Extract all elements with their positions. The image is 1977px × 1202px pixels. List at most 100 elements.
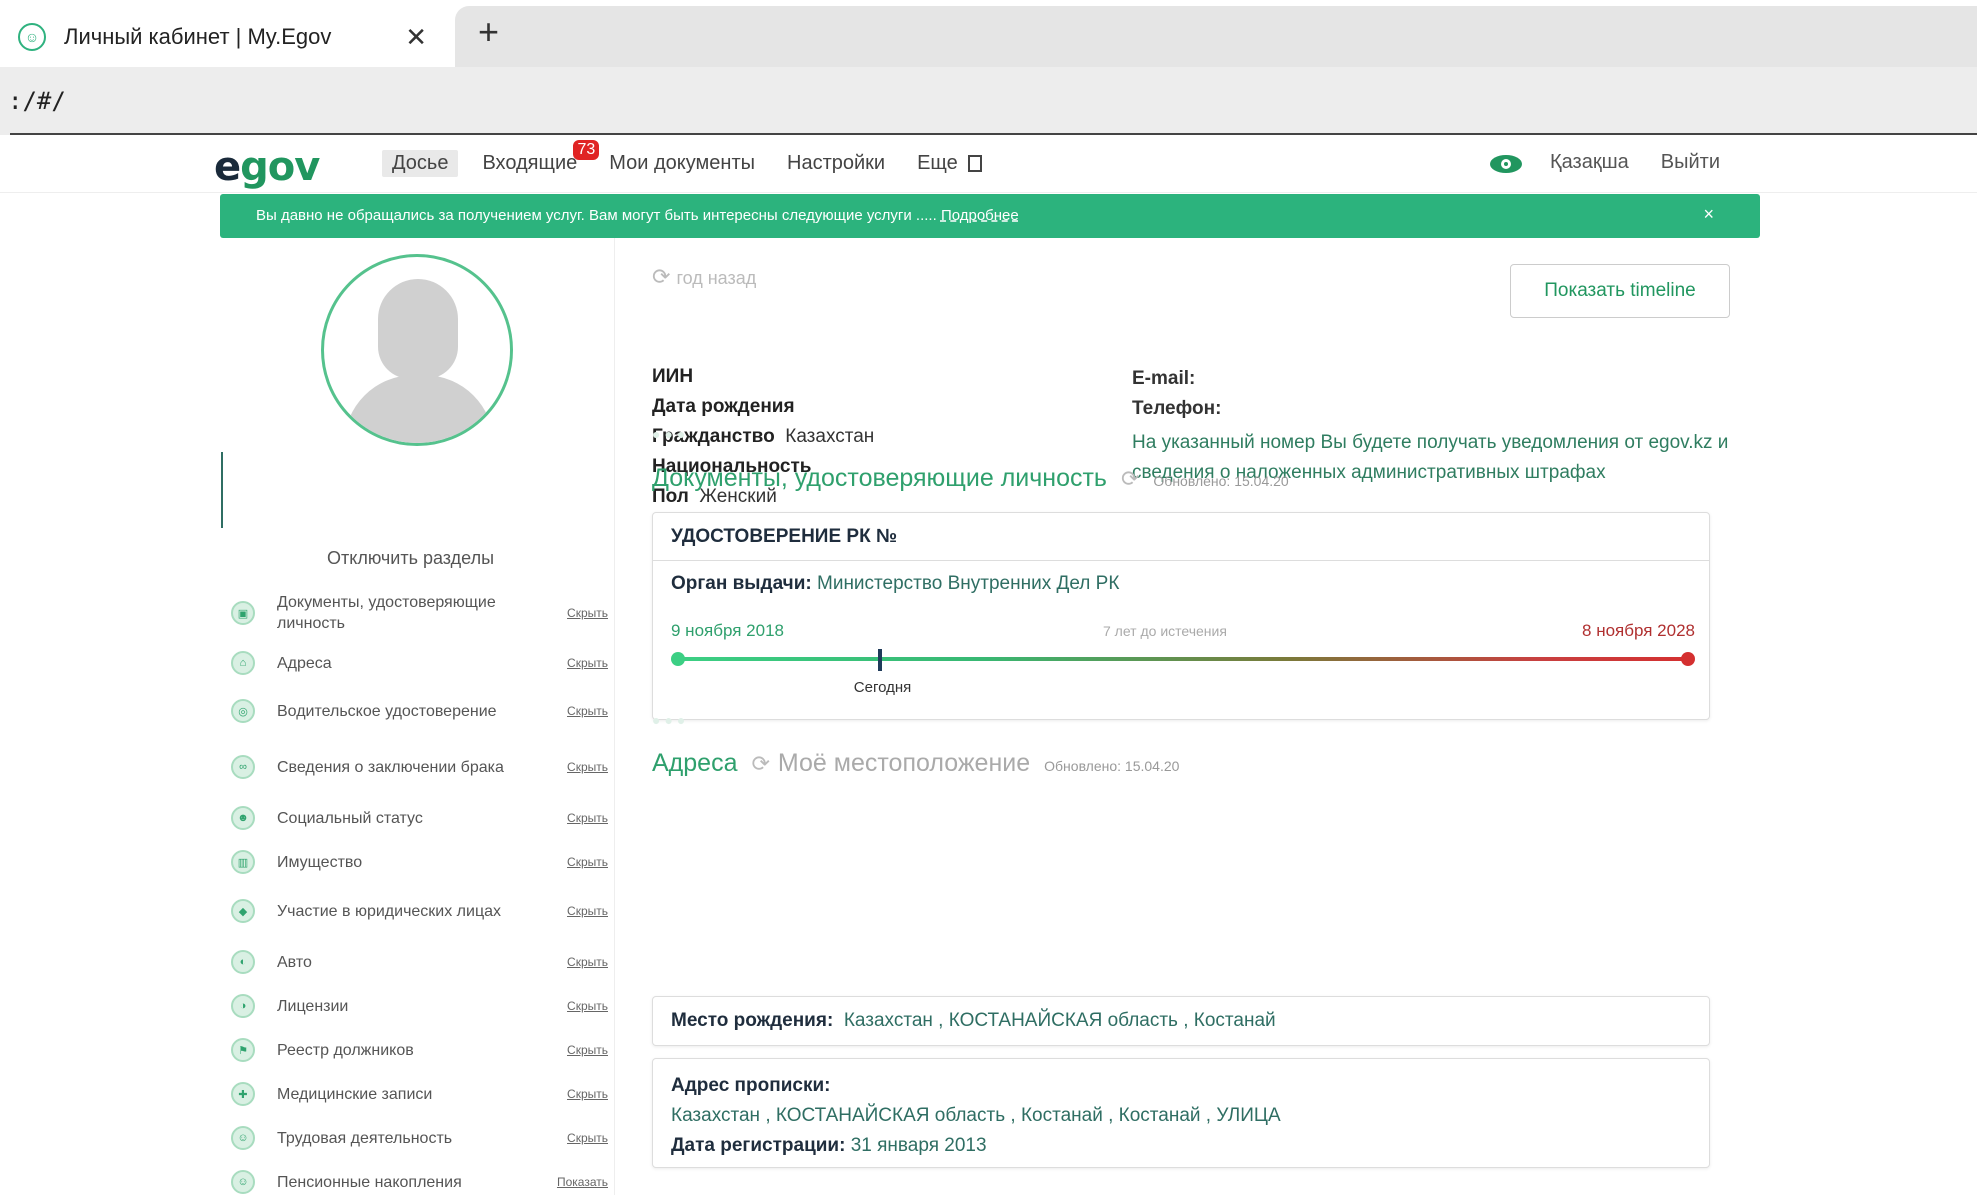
nav-more[interactable]: Еще <box>917 152 982 175</box>
id-card-title: УДОСТОВЕРЕНИЕ РК № <box>653 513 1709 561</box>
registration-card: Адрес прописки: Казахстан , КОСТАНАЙСКАЯ… <box>652 1058 1710 1168</box>
refresh-icon[interactable]: ⟳ <box>751 751 769 776</box>
tab-title: Личный кабинет | My.Egov <box>64 23 332 49</box>
id-docs-title-text: Документы, удостоверяющие личность <box>652 464 1107 492</box>
briefcase-icon: ◆ <box>231 899 255 923</box>
banner-close-icon[interactable]: × <box>1703 204 1714 225</box>
section-item: ▥ Имущество Скрыть <box>231 842 611 882</box>
nav-inbox[interactable]: Входящие 73 <box>482 140 600 175</box>
issuer-row: Орган выдачи: Министерство Внутренних Де… <box>653 573 1709 595</box>
addresses-section-title: Адреса ⟳ Моё местоположение Обновлено: 15.0… <box>652 749 1179 778</box>
section-label: Медицинские записи <box>277 1085 433 1103</box>
nav-dossier[interactable]: Досье <box>382 150 459 177</box>
hide-link[interactable]: Скрыть <box>567 1087 608 1101</box>
registration-label: Адрес прописки: <box>671 1075 831 1096</box>
hide-link[interactable]: Скрыть <box>567 904 608 918</box>
home-icon: ⌂ <box>231 651 255 675</box>
show-timeline-button[interactable]: Показать timeline <box>1510 264 1730 318</box>
hide-link[interactable]: Скрыть <box>567 760 608 774</box>
section-label: Водительское удостоверение <box>277 702 497 720</box>
section-item: ⌂ Адреса Скрыть <box>231 642 611 684</box>
reg-date-label: Дата регистрации: <box>671 1135 846 1156</box>
issue-date: 9 ноября 2018 <box>671 621 784 640</box>
section-item: ∞ Сведения о заключении брака Скрыть <box>231 744 611 790</box>
expiry-date: 8 ноября 2028 <box>1582 621 1695 640</box>
egov-logo[interactable]: egov <box>214 144 320 190</box>
address-divider <box>10 133 1977 135</box>
hide-link[interactable]: Скрыть <box>567 811 608 825</box>
services-banner: Вы давно не обращались за получением усл… <box>220 194 1760 238</box>
registration-row: Адрес прописки: Казахстан , КОСТАНАЙСКАЯ… <box>653 1059 1709 1161</box>
pension-icon: ☺ <box>231 1170 255 1194</box>
sections-list: ▣ Документы, удостоверяющие личность Скрыт… <box>231 590 611 1202</box>
remaining-time: 7 лет до истечения <box>1103 623 1227 639</box>
iin-label: ИИН <box>652 366 694 387</box>
banner-text: Вы давно не обращались за получением усл… <box>256 207 1019 224</box>
user-icon: ☺ <box>18 22 46 51</box>
email-label: E-mail: <box>1132 368 1196 389</box>
addresses-title-text: Адреса <box>652 749 738 777</box>
eye-icon[interactable] <box>1490 152 1522 174</box>
refresh-icon[interactable]: ⟳ <box>1121 466 1139 491</box>
medical-icon: ✚ <box>231 1082 255 1106</box>
id-card: УДОСТОВЕРЕНИЕ РК № Орган выдачи: Министе… <box>652 512 1710 720</box>
my-location-link[interactable]: Моё местоположение <box>778 749 1030 777</box>
browser-tab[interactable]: ☺ Личный кабинет | My.Egov ✕ <box>0 6 455 67</box>
section-label: Имущество <box>277 853 363 871</box>
hide-link[interactable]: Скрыть <box>567 606 608 620</box>
language-switch[interactable]: Қазақша <box>1550 151 1629 174</box>
issuer-label: Орган выдачи: <box>671 573 812 594</box>
section-item: ⚑ Реестр должников Скрыть <box>231 1030 611 1070</box>
header-right: Қазақша Выйти <box>1490 151 1752 174</box>
id-docs-section-title: Документы, удостоверяющие личность ⟳ Обнов… <box>652 464 1289 493</box>
hide-link[interactable]: Скрыть <box>567 999 608 1013</box>
work-icon: ☺ <box>231 1126 255 1150</box>
logout-link[interactable]: Выйти <box>1661 151 1720 174</box>
section-label: Социальный статус <box>277 809 423 827</box>
section-label: Трудовая деятельность <box>277 1129 453 1147</box>
sidebar: Отключить разделы ▣ Документы, удостоверя… <box>215 238 615 1195</box>
nav-my-documents[interactable]: Мои документы <box>609 152 755 175</box>
building-icon: ▥ <box>231 850 255 874</box>
url-text[interactable]: :/#/ <box>8 87 66 115</box>
reg-date-value: 31 января 2013 <box>850 1135 987 1156</box>
site-header: egov Досье Входящие 73 Мои документы Нас… <box>0 137 1977 193</box>
section-item: ☻ Социальный статус Скрыть <box>231 798 611 838</box>
section-item: ▣ Документы, удостоверяющие личность Скрыт… <box>231 590 611 636</box>
section-item: ◐ Авто Скрыть <box>231 942 611 982</box>
new-tab-button[interactable]: + <box>478 14 499 50</box>
section-label: Сведения о заключении брака <box>277 758 504 776</box>
hide-link[interactable]: Скрыть <box>567 704 608 718</box>
hide-link[interactable]: Скрыть <box>567 1043 608 1057</box>
section-label: Пенсионные накопления <box>277 1173 462 1191</box>
avatar[interactable] <box>321 254 513 446</box>
section-item: ☺ Трудовая деятельность Скрыть <box>231 1118 611 1158</box>
section-label: Участие в юридических лицах <box>277 902 502 920</box>
hide-link[interactable]: Скрыть <box>567 955 608 969</box>
flag-icon: ⚑ <box>231 1038 255 1062</box>
nav-settings[interactable]: Настройки <box>787 152 885 175</box>
address-bar[interactable]: :/#/ <box>0 67 1977 135</box>
document-icon <box>967 155 982 173</box>
refresh-status[interactable]: ⟳ год назад <box>652 264 756 290</box>
section-label: Лицензии <box>277 997 349 1015</box>
issuer-value: Министерство Внутренних Дел РК <box>817 573 1120 594</box>
people-icon: ☻ <box>231 806 255 830</box>
today-label: Сегодня <box>853 679 912 696</box>
section-item: ✚ Медицинские записи Скрыть <box>231 1074 611 1114</box>
birthplace-card: Место рождения: Казахстан , КОСТАНАЙСКАЯ… <box>652 996 1710 1046</box>
hide-link[interactable]: Скрыть <box>567 855 608 869</box>
updated-ago-text: год назад <box>676 268 757 288</box>
hide-link[interactable]: Скрыть <box>567 656 608 670</box>
inbox-badge: 73 <box>573 140 600 160</box>
refresh-icon: ⟳ <box>652 264 671 289</box>
hide-link[interactable]: Скрыть <box>567 1131 608 1145</box>
main-content: ⟳ год назад Показать timeline ИИН Дата ро… <box>652 238 1762 1195</box>
disable-sections-button[interactable]: Отключить разделы <box>327 548 494 569</box>
citizenship-value: Казахстан <box>785 426 875 447</box>
banner-more-link[interactable]: Подробнее <box>941 207 1019 224</box>
car-icon: ◐ <box>231 950 255 974</box>
section-item: ◎ Водительское удостоверение Скрыть <box>231 688 611 734</box>
close-tab-icon[interactable]: ✕ <box>405 22 427 53</box>
show-link[interactable]: Показать <box>557 1175 608 1189</box>
